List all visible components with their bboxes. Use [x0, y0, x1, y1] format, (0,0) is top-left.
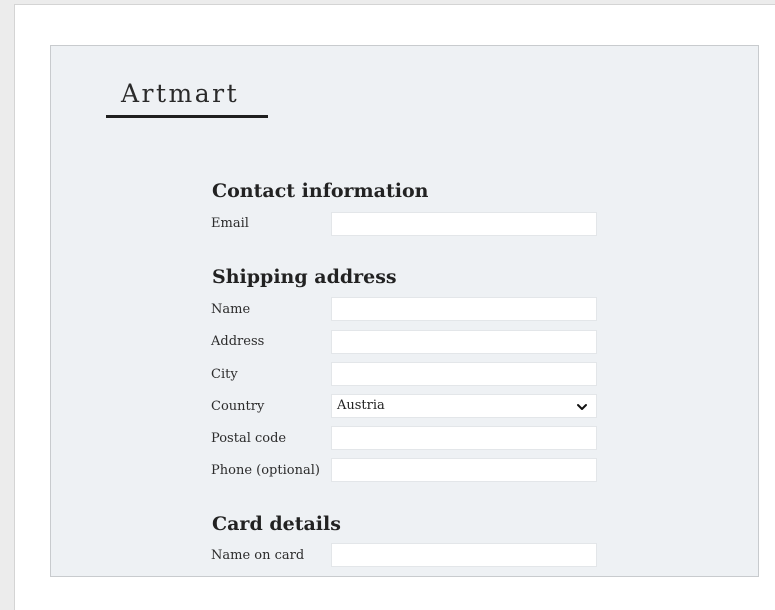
- country-select-value: Austria: [337, 398, 385, 413]
- city-label: City: [211, 367, 238, 382]
- shipping-section-title: Shipping address: [212, 266, 397, 288]
- brand-logo: Artmart: [106, 76, 268, 118]
- brand-name: Artmart: [121, 79, 240, 108]
- phone-field[interactable]: [331, 458, 597, 482]
- name-label: Name: [211, 302, 251, 317]
- card-section-title: Card details: [212, 513, 341, 535]
- chevron-down-icon: [577, 404, 587, 410]
- phone-label: Phone (optional): [211, 463, 320, 478]
- name-on-card-field[interactable]: [331, 543, 597, 567]
- email-label: Email: [211, 216, 249, 231]
- page: Artmart Contact information Email Shippi…: [14, 4, 775, 610]
- checkout-panel: Artmart Contact information Email Shippi…: [50, 45, 759, 577]
- address-label: Address: [211, 334, 265, 349]
- country-label: Country: [211, 399, 265, 414]
- postal-code-label: Postal code: [211, 431, 287, 446]
- address-field[interactable]: [331, 330, 597, 354]
- name-on-card-label: Name on card: [211, 548, 305, 563]
- name-field[interactable]: [331, 297, 597, 321]
- city-field[interactable]: [331, 362, 597, 386]
- email-field[interactable]: [331, 212, 597, 236]
- postal-code-field[interactable]: [331, 426, 597, 450]
- contact-section-title: Contact information: [212, 180, 429, 202]
- country-select[interactable]: Austria: [331, 394, 597, 418]
